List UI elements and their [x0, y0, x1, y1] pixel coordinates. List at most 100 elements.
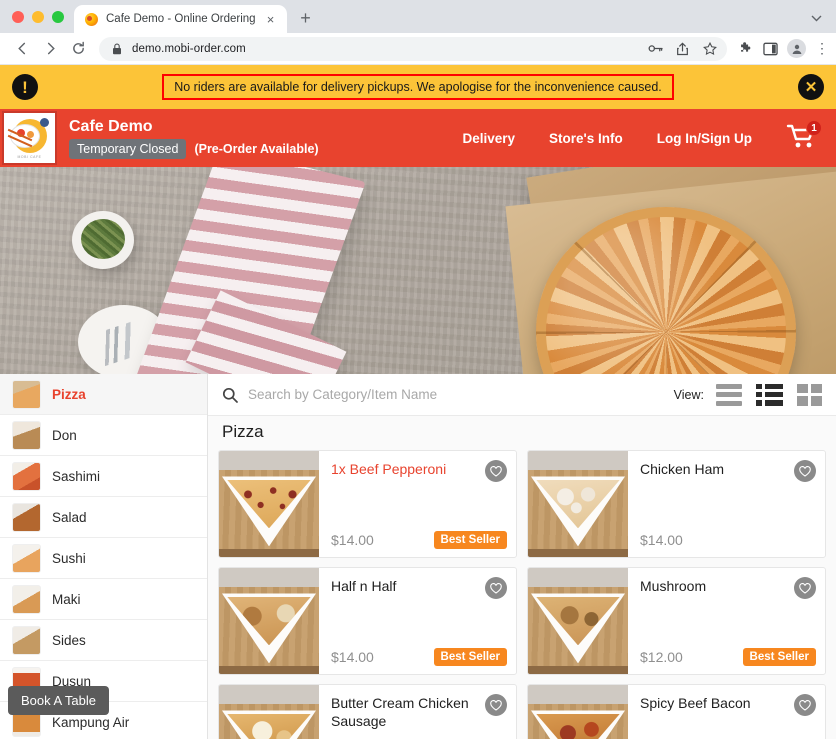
menu-panel: Search by Category/Item Name View: Pizza — [208, 374, 836, 739]
browser-toolbar: demo.mobi-order.com ⋮ — [0, 33, 836, 65]
browser-menu-button[interactable]: ⋮ — [815, 40, 829, 57]
menu-item-name: Spicy Beef Bacon — [640, 695, 751, 711]
extensions-puzzle-icon[interactable] — [739, 41, 754, 56]
key-icon[interactable] — [648, 41, 663, 56]
nav-login-signup[interactable]: Log In/Sign Up — [657, 131, 752, 146]
sidebar-label: Kampung Air — [52, 714, 130, 730]
favorite-heart-icon[interactable] — [485, 577, 507, 599]
menu-item-card[interactable]: 1x Beef Pepperoni $14.00 Best Seller — [218, 450, 517, 558]
cafe-favicon-icon — [84, 12, 99, 27]
menu-item-name: 1x Beef Pepperoni — [331, 461, 447, 477]
lock-icon — [109, 41, 124, 56]
view-list-icon[interactable] — [716, 383, 742, 406]
logo-caption: MOBI CAFE — [17, 155, 42, 159]
book-a-table-tooltip[interactable]: Book A Table — [8, 686, 109, 715]
status-badge: Temporary Closed — [69, 138, 187, 159]
sidebar-item-don[interactable]: Don — [0, 415, 207, 456]
menu-item-card[interactable]: Spicy Beef Bacon — [527, 684, 826, 739]
sidebar-item-sides[interactable]: Sides — [0, 620, 207, 661]
browser-tab[interactable]: Cafe Demo - Online Ordering × — [74, 5, 287, 33]
view-grid-icon[interactable] — [797, 383, 822, 406]
window-maximize-button[interactable] — [52, 11, 64, 23]
sidebar-item-sashimi[interactable]: Sashimi — [0, 456, 207, 497]
menu-item-card[interactable]: Mushroom $12.00 Best Seller — [527, 567, 826, 675]
logo-plate-icon: MOBI CAFE — [7, 116, 53, 160]
sidebar-label: Pizza — [52, 386, 86, 402]
sidebar-label: Sashimi — [52, 468, 101, 484]
reload-button[interactable] — [65, 36, 91, 62]
favorite-heart-icon[interactable] — [794, 460, 816, 482]
menu-items-grid: 1x Beef Pepperoni $14.00 Best Seller Chi… — [218, 450, 826, 739]
window-minimize-button[interactable] — [32, 11, 44, 23]
cart-badge: 1 — [806, 120, 822, 136]
nav-delivery[interactable]: Delivery — [463, 131, 516, 146]
omnibox-actions — [648, 41, 717, 56]
favorite-heart-icon[interactable] — [794, 694, 816, 716]
favorite-heart-icon[interactable] — [485, 694, 507, 716]
search-input[interactable]: Search by Category/Item Name — [248, 387, 664, 402]
menu-item-name: Chicken Ham — [640, 461, 725, 477]
best-seller-badge: Best Seller — [433, 648, 507, 666]
category-sidebar: Pizza Don Sashimi Salad Sushi Maki Sides — [0, 374, 208, 739]
view-list-detail-icon[interactable] — [756, 383, 783, 406]
best-seller-badge: Best Seller — [742, 648, 816, 666]
nav-store-info[interactable]: Store's Info — [549, 131, 623, 146]
sidebar-item-sushi[interactable]: Sushi — [0, 538, 207, 579]
menu-item-price: $14.00 — [640, 532, 683, 548]
view-toggles — [716, 383, 822, 406]
sidebar-label: Don — [52, 427, 77, 443]
alert-message: No riders are available for delivery pic… — [162, 74, 674, 100]
menu-item-image — [219, 685, 319, 739]
sidebar-item-pizza[interactable]: Pizza — [0, 374, 207, 415]
side-panel-icon[interactable] — [763, 41, 778, 56]
forward-button[interactable] — [37, 36, 63, 62]
menu-item-price: $12.00 — [640, 649, 683, 665]
search-row: Search by Category/Item Name View: — [208, 374, 836, 416]
favorite-heart-icon[interactable] — [794, 577, 816, 599]
sidebar-item-maki[interactable]: Maki — [0, 579, 207, 620]
sidebar-label: Maki — [52, 591, 81, 607]
category-thumb-sushi — [12, 543, 41, 573]
menu-items-scroll[interactable]: 1x Beef Pepperoni $14.00 Best Seller Chi… — [208, 450, 836, 739]
view-label: View: — [673, 387, 704, 402]
menu-item-card[interactable]: Butter Cream Chicken Sausage — [218, 684, 517, 739]
search-icon — [222, 387, 238, 403]
category-thumb-sides — [12, 625, 41, 655]
menu-item-body: Chicken Ham $14.00 — [628, 451, 825, 557]
cart-button[interactable]: 1 — [786, 120, 822, 154]
menu-item-image — [528, 685, 628, 739]
menu-item-card[interactable]: Chicken Ham $14.00 — [527, 450, 826, 558]
share-icon[interactable] — [675, 41, 690, 56]
window-close-button[interactable] — [12, 11, 24, 23]
site-header: MOBI CAFE Cafe Demo Temporary Closed (Pr… — [0, 109, 836, 167]
alert-close-icon[interactable]: ✕ — [798, 74, 824, 100]
new-tab-button[interactable]: + — [292, 4, 320, 32]
menu-item-name: Butter Cream Chicken Sausage — [331, 695, 469, 729]
menu-item-image — [528, 568, 628, 674]
favorite-heart-icon[interactable] — [485, 460, 507, 482]
menu-item-body: Mushroom $12.00 Best Seller — [628, 568, 825, 674]
url-text: demo.mobi-order.com — [132, 42, 246, 55]
menu-item-body: Butter Cream Chicken Sausage — [319, 685, 516, 739]
brand-logo[interactable]: MOBI CAFE — [2, 111, 57, 165]
alert-message-wrapper: No riders are available for delivery pic… — [38, 74, 798, 100]
menu-item-body: Half n Half $14.00 Best Seller — [319, 568, 516, 674]
alert-banner: ! No riders are available for delivery p… — [0, 65, 836, 109]
best-seller-badge: Best Seller — [433, 531, 507, 549]
address-bar[interactable]: demo.mobi-order.com — [99, 36, 727, 61]
alert-exclamation-icon: ! — [12, 74, 38, 100]
category-thumb-salad — [12, 502, 41, 532]
category-thumb-don — [12, 420, 41, 450]
window-traffic-lights — [0, 11, 74, 33]
tab-title: Cafe Demo - Online Ordering — [106, 13, 256, 25]
sidebar-item-salad[interactable]: Salad — [0, 497, 207, 538]
tab-close-icon[interactable]: × — [263, 11, 279, 27]
category-thumb-sashimi — [12, 461, 41, 491]
profile-avatar-icon[interactable] — [787, 39, 806, 58]
menu-item-card[interactable]: Half n Half $14.00 Best Seller — [218, 567, 517, 675]
menu-item-image — [528, 451, 628, 557]
bookmark-star-icon[interactable] — [702, 41, 717, 56]
chevron-down-icon[interactable] — [811, 13, 836, 33]
back-button[interactable] — [9, 36, 35, 62]
category-thumb-pizza — [12, 379, 41, 409]
